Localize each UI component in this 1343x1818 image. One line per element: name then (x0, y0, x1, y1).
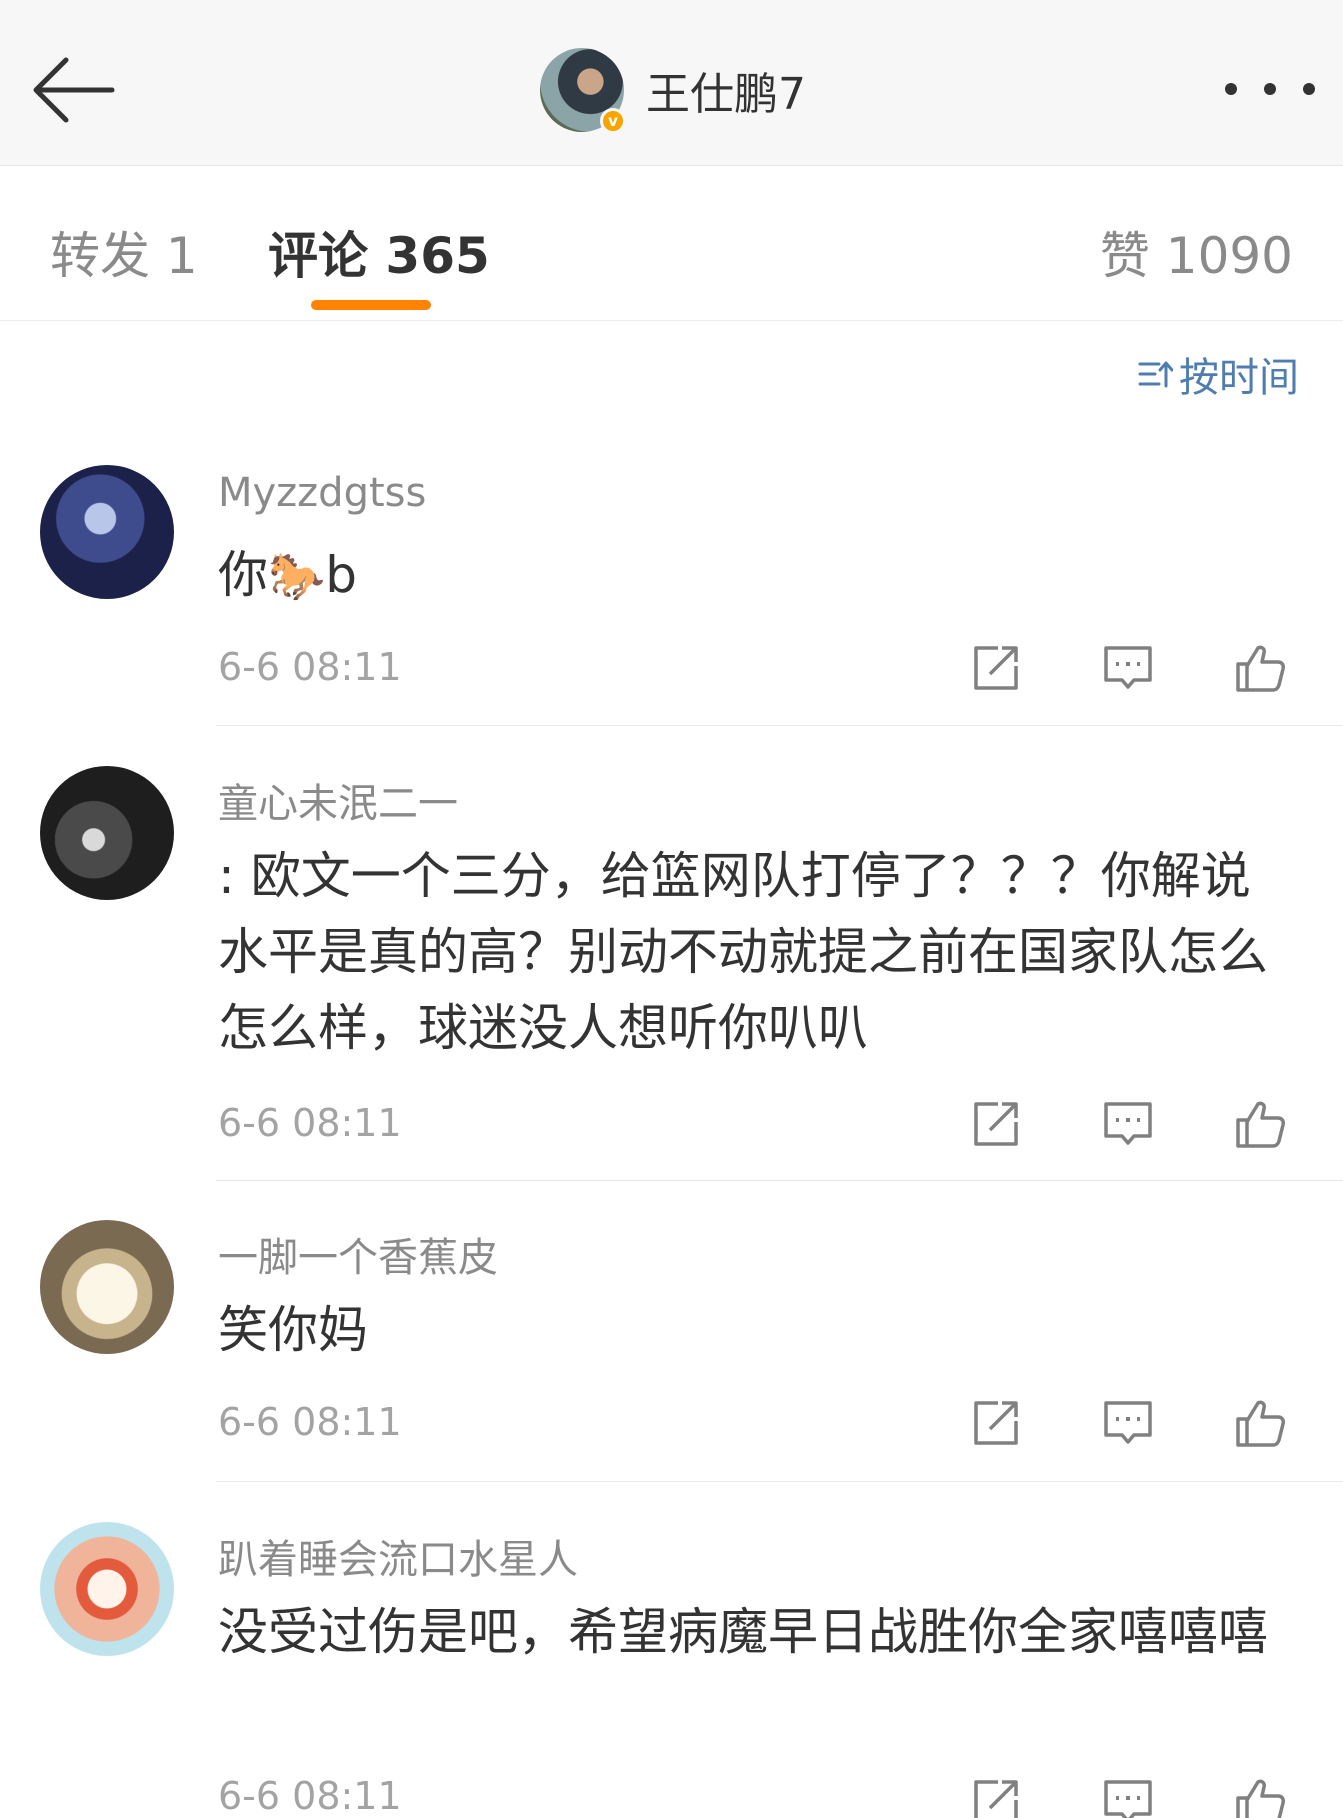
dot-icon (1225, 83, 1237, 95)
divider (216, 1481, 1343, 1482)
post-author[interactable]: v 王仕鹏7 (540, 48, 806, 134)
reply-icon[interactable] (1100, 1096, 1156, 1152)
dot-icon (1264, 83, 1276, 95)
horse-emoji: 🐎 (268, 549, 326, 603)
comment-time: 6-6 08:11 (218, 1101, 402, 1145)
comment-text: 你🐎b (218, 537, 1298, 614)
weibo-comments-page: v 王仕鹏7 转发 1 评论 365 赞 1090 按时间 Myzzdgtss … (0, 0, 1343, 1818)
sort-button[interactable]: 按时间 (1137, 345, 1299, 403)
tab-repost[interactable]: 转发 1 (50, 216, 198, 288)
more-options-icon[interactable] (1225, 72, 1315, 106)
divider (216, 725, 1343, 726)
back-arrow-icon[interactable] (28, 50, 124, 130)
comment-time: 6-6 08:11 (218, 1400, 402, 1444)
repost-icon[interactable] (968, 640, 1024, 696)
comment-text: 笑你妈 (218, 1301, 368, 1359)
comment-text-part: b (325, 546, 358, 604)
dot-icon (1303, 83, 1315, 95)
divider (216, 1180, 1343, 1181)
sort-icon (1138, 361, 1173, 388)
comment-nickname[interactable]: 趴着睡会流口水星人 (218, 1527, 578, 1585)
tab-likes[interactable]: 赞 1090 (1100, 216, 1293, 288)
author-name[interactable]: 王仕鹏7 (646, 58, 806, 122)
tab-comments[interactable]: 评论 365 (268, 216, 490, 288)
author-avatar[interactable]: v (540, 48, 626, 134)
avatar[interactable] (40, 465, 174, 599)
comment-time: 6-6 08:11 (218, 645, 402, 689)
like-icon[interactable] (1232, 1395, 1288, 1451)
comment-time: 6-6 08:11 (218, 1774, 402, 1818)
comment-nickname[interactable]: Myzzdgtss (218, 470, 426, 516)
comment-nickname[interactable]: 童心未泯二一 (218, 771, 458, 829)
avatar[interactable] (40, 766, 174, 900)
like-icon[interactable] (1232, 1774, 1288, 1818)
comment-text: : 欧文一个三分，给篮网队打停了？？？你解说水平是真的高？别动不动就提之前在国家… (218, 847, 1268, 1057)
reply-icon[interactable] (1100, 640, 1156, 696)
reply-icon[interactable] (1100, 1774, 1156, 1818)
comment-nickname[interactable]: 一脚一个香蕉皮 (218, 1225, 498, 1283)
repost-icon[interactable] (968, 1395, 1024, 1451)
comment-text-part: 你 (218, 546, 268, 604)
reply-icon[interactable] (1100, 1395, 1156, 1451)
avatar[interactable] (40, 1522, 174, 1656)
verified-badge: v (600, 108, 626, 134)
sort-label: 按时间 (1179, 355, 1299, 401)
repost-icon[interactable] (968, 1096, 1024, 1152)
tab-bar: 转发 1 评论 365 赞 1090 (0, 166, 1343, 321)
comment-text: 没受过伤是吧，希望病魔早日战胜你全家嘻嘻嘻 (218, 1603, 1268, 1661)
like-icon[interactable] (1232, 640, 1288, 696)
like-icon[interactable] (1232, 1096, 1288, 1152)
repost-icon[interactable] (968, 1774, 1024, 1818)
avatar[interactable] (40, 1220, 174, 1354)
top-bar: v 王仕鹏7 (0, 0, 1343, 166)
active-tab-indicator (311, 300, 431, 310)
